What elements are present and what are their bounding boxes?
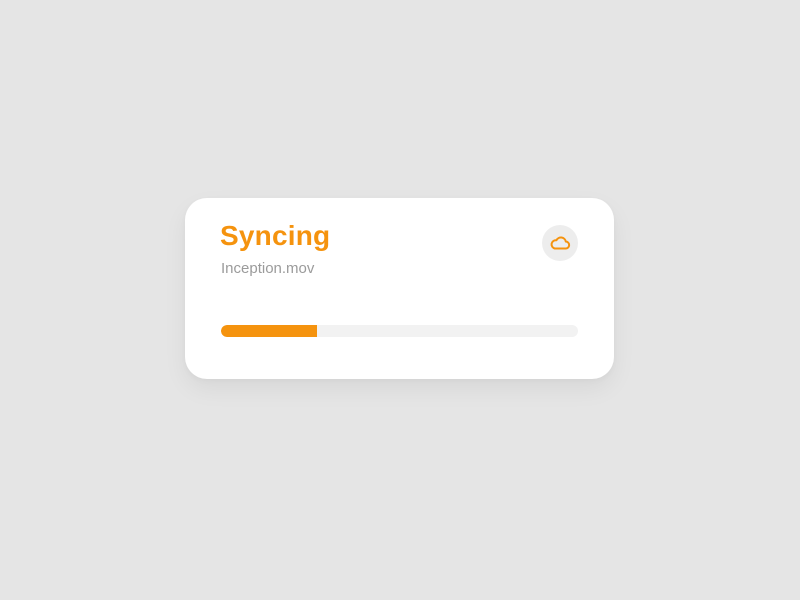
- cloud-sync-button[interactable]: [542, 225, 578, 261]
- sync-progress-fill: [221, 325, 318, 337]
- sync-card: Syncing Inception.mov: [185, 198, 614, 379]
- sync-progress-bar: [221, 325, 578, 337]
- sync-status-title: Syncing: [220, 220, 331, 251]
- app-canvas: Syncing Inception.mov: [0, 0, 800, 600]
- file-name: Inception.mov: [221, 260, 315, 277]
- cloud-icon: [549, 235, 571, 251]
